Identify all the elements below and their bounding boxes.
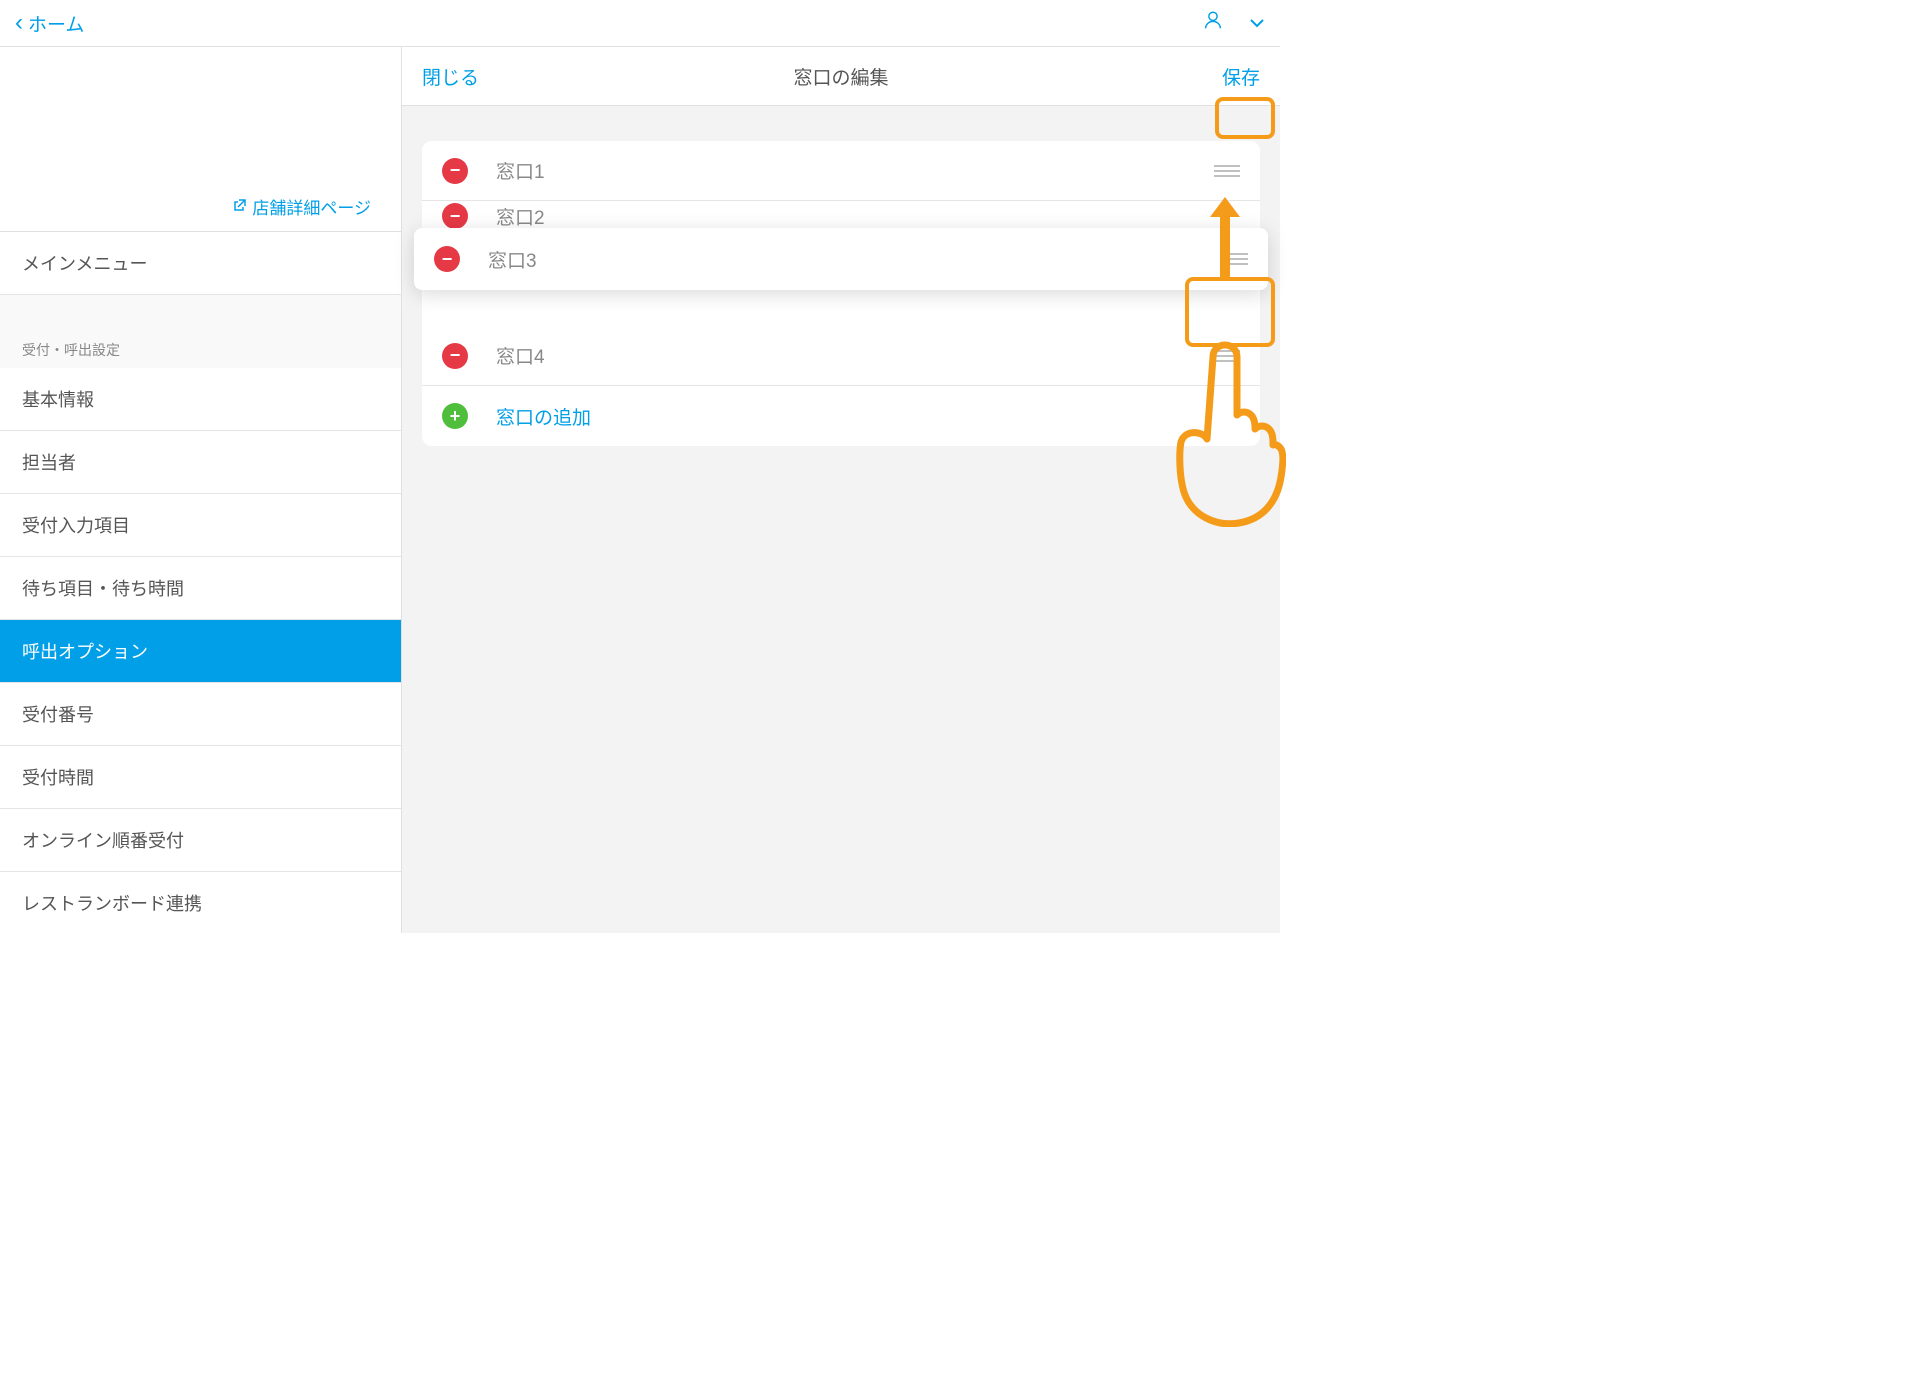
store-link-label: 店舗詳細ページ — [252, 194, 371, 219]
sidebar-item-reception-time[interactable]: 受付時間 — [0, 746, 401, 809]
counter-row-3-dragging[interactable]: − 窓口3 — [414, 228, 1268, 290]
back-button[interactable]: ‹ ホーム — [15, 9, 84, 37]
close-button[interactable]: 閉じる — [422, 63, 479, 90]
top-nav-right — [1202, 9, 1265, 37]
sidebar-item-wait-time[interactable]: 待ち項目・待ち時間 — [0, 557, 401, 620]
chevron-down-icon[interactable] — [1249, 15, 1265, 31]
drag-handle-icon[interactable] — [1222, 253, 1248, 265]
counter-row-1[interactable]: − 窓口1 — [422, 141, 1260, 201]
save-button[interactable]: 保存 — [1222, 63, 1260, 90]
user-icon[interactable] — [1202, 9, 1224, 37]
top-nav: ‹ ホーム — [0, 0, 1280, 47]
delete-icon[interactable]: − — [434, 246, 460, 272]
content-area: 閉じる 窓口の編集 保存 − 窓口1 − 窓口2 − 窓口3 — [402, 47, 1280, 933]
drag-handle-icon[interactable] — [1214, 350, 1240, 362]
page-title: 窓口の編集 — [793, 63, 888, 90]
counter-row-4[interactable]: − 窓口4 — [422, 326, 1260, 386]
sidebar-section-header: 受付・呼出設定 — [0, 330, 401, 368]
sidebar-item-reception-number[interactable]: 受付番号 — [0, 683, 401, 746]
add-counter-row[interactable]: + 窓口の追加 — [422, 386, 1260, 446]
drag-handle-icon[interactable] — [1214, 165, 1240, 177]
counter-label: 窓口2 — [496, 203, 1240, 230]
delete-icon[interactable]: − — [442, 158, 468, 184]
sidebar-item-staff[interactable]: 担当者 — [0, 431, 401, 494]
counter-label: 窓口1 — [496, 157, 1214, 184]
counter-list: − 窓口1 − 窓口2 − 窓口3 — [422, 141, 1260, 446]
sidebar-item-online-queue[interactable]: オンライン順番受付 — [0, 809, 401, 872]
sidebar-item-restaurant-board[interactable]: レストランボード連携 — [0, 872, 401, 933]
back-label: ホーム — [28, 10, 84, 37]
sidebar-item-reception-input[interactable]: 受付入力項目 — [0, 494, 401, 557]
external-link-icon — [233, 198, 247, 216]
counter-label: 窓口3 — [488, 246, 1222, 273]
sidebar-item-call-options[interactable]: 呼出オプション — [0, 620, 401, 683]
counter-row-2-partial: − 窓口2 — [422, 201, 1260, 231]
add-icon[interactable]: + — [442, 403, 468, 429]
store-detail-link[interactable]: 店舗詳細ページ — [233, 194, 371, 219]
sidebar-header-space: 店舗詳細ページ — [0, 47, 401, 232]
sidebar-item-basic-info[interactable]: 基本情報 — [0, 368, 401, 431]
counter-label: 窓口4 — [496, 342, 1214, 369]
sidebar-main-menu[interactable]: メインメニュー — [0, 232, 401, 295]
delete-icon[interactable]: − — [442, 203, 468, 229]
chevron-left-icon: ‹ — [15, 9, 23, 37]
sidebar: 店舗詳細ページ メインメニュー 受付・呼出設定 基本情報 担当者 受付入力項目 … — [0, 47, 402, 933]
add-counter-label: 窓口の追加 — [496, 403, 1240, 430]
delete-icon[interactable]: − — [442, 343, 468, 369]
sub-header: 閉じる 窓口の編集 保存 — [402, 47, 1280, 106]
